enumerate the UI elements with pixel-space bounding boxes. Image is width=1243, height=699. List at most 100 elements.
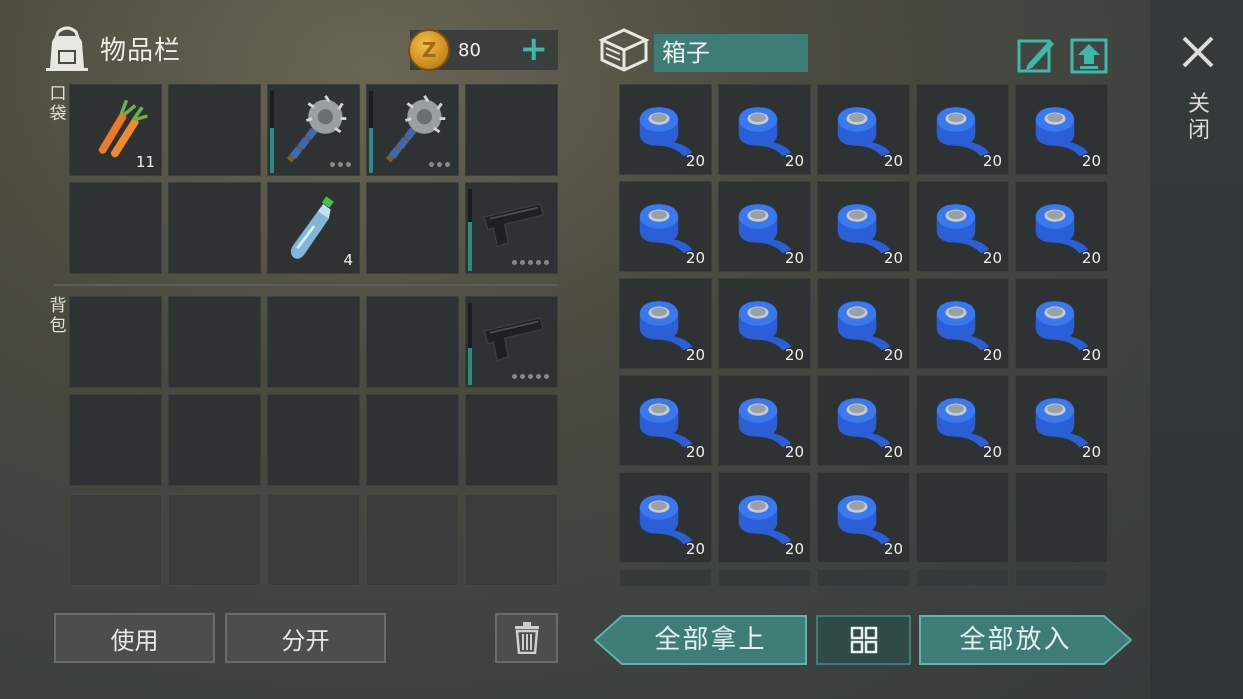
box-slot[interactable]: 20 — [817, 181, 910, 272]
backpack-slot[interactable] — [267, 394, 360, 486]
box-slot[interactable]: 20 — [1015, 84, 1108, 175]
item-quantity: 20 — [982, 443, 1002, 461]
sort-button[interactable] — [816, 615, 911, 665]
box-slot[interactable]: 20 — [718, 278, 811, 369]
box-slot-partial — [1015, 569, 1108, 587]
box-slot-partial — [718, 569, 811, 587]
item-quantity: 20 — [685, 249, 705, 267]
item-quantity: 20 — [883, 540, 903, 558]
attachment-dots — [330, 162, 351, 167]
box-slot[interactable]: 20 — [817, 84, 910, 175]
durability-bar — [270, 91, 274, 173]
item-quantity: 20 — [1081, 152, 1101, 170]
grid-sort-icon — [850, 626, 877, 654]
backpack-slot[interactable] — [69, 296, 162, 388]
box-name-field[interactable]: 箱子 — [654, 34, 808, 72]
pocket-slot[interactable]: 4 — [267, 182, 360, 274]
backpack-slot[interactable] — [465, 394, 558, 486]
use-button[interactable]: 使用 — [54, 613, 215, 663]
backpack-slot[interactable] — [366, 296, 459, 388]
backpack-slot[interactable] — [168, 296, 261, 388]
box-slot[interactable]: 20 — [718, 181, 811, 272]
box-slot[interactable]: 20 — [1015, 181, 1108, 272]
box-slot[interactable]: 20 — [718, 84, 811, 175]
box-slot[interactable]: 20 — [916, 181, 1009, 272]
box-slot[interactable]: 20 — [916, 375, 1009, 466]
pocket-slot[interactable] — [465, 84, 558, 176]
box-slot[interactable]: 20 — [619, 375, 712, 466]
pocket-slot[interactable]: 11 — [69, 84, 162, 176]
backpack-label: 背包 — [48, 296, 68, 336]
item-quantity: 20 — [784, 249, 804, 267]
box-slot[interactable]: 20 — [718, 375, 811, 466]
pocket-slot[interactable] — [366, 84, 459, 176]
pocket-slot[interactable] — [168, 84, 261, 176]
backpack-slot[interactable] — [366, 394, 459, 486]
pocket-slot[interactable] — [267, 84, 360, 176]
item-quantity: 20 — [685, 152, 705, 170]
pocket-slot[interactable] — [366, 182, 459, 274]
backpack-slot[interactable] — [168, 394, 261, 486]
backpack-label-text: 背包 — [49, 296, 67, 336]
pocket-slot[interactable] — [69, 182, 162, 274]
box-slot[interactable]: 20 — [619, 84, 712, 175]
item-quantity: 20 — [982, 152, 1002, 170]
take-all-label: 全部拿上 — [654, 625, 767, 655]
item-quantity: 20 — [784, 540, 804, 558]
item-quantity: 20 — [883, 443, 903, 461]
box-grid-next-row — [619, 569, 1108, 587]
locked-slot — [69, 494, 162, 586]
backpack-slot[interactable] — [465, 296, 558, 388]
box-slot[interactable]: 20 — [817, 278, 910, 369]
backpack-grid — [69, 296, 558, 486]
box-slot[interactable]: 20 — [1015, 278, 1108, 369]
box-slot[interactable] — [1015, 472, 1108, 563]
inventory-title: 物品栏 — [100, 35, 182, 66]
trash-button[interactable] — [495, 613, 558, 663]
split-button[interactable]: 分开 — [225, 613, 386, 663]
edit-icon[interactable] — [1016, 36, 1056, 74]
attachment-dots — [512, 260, 549, 265]
item-quantity: 11 — [135, 153, 155, 171]
close-label[interactable]: 关闭 — [1187, 92, 1211, 144]
box-slot[interactable]: 20 — [619, 278, 712, 369]
upload-icon[interactable] — [1069, 36, 1109, 74]
box-slot[interactable] — [916, 472, 1009, 563]
put-all-label: 全部放入 — [959, 625, 1072, 655]
box-slot[interactable]: 20 — [718, 472, 811, 563]
item-quantity: 20 — [1081, 346, 1101, 364]
item-quantity: 4 — [343, 251, 353, 269]
box-slot[interactable]: 20 — [916, 84, 1009, 175]
box-slot[interactable]: 20 — [619, 472, 712, 563]
box-grid: 20 20 20 20 20 20 20 20 20 20 20 20 20 20 20 20 20 20 20 20… — [619, 84, 1108, 563]
pocket-slot[interactable] — [465, 182, 558, 274]
box-slot-partial — [916, 569, 1009, 587]
section-divider — [54, 284, 559, 286]
take-all-button[interactable]: 全部拿上 — [593, 615, 807, 665]
durability-bar — [468, 303, 472, 385]
item-quantity: 20 — [784, 346, 804, 364]
locked-slot — [168, 494, 261, 586]
locked-slot — [267, 494, 360, 586]
item-quantity: 20 — [1081, 249, 1101, 267]
backpack-slot[interactable] — [267, 296, 360, 388]
put-all-button[interactable]: 全部放入 — [919, 615, 1133, 665]
pocket-slot[interactable] — [168, 182, 261, 274]
box-icon — [598, 28, 650, 72]
locked-slot — [366, 494, 459, 586]
backpack-icon — [46, 26, 88, 71]
box-slot[interactable]: 20 — [1015, 375, 1108, 466]
item-quantity: 20 — [883, 249, 903, 267]
pocket-label: 口袋 — [48, 84, 68, 124]
add-coins-button[interactable]: + — [520, 32, 549, 66]
backpack-slot[interactable] — [69, 394, 162, 486]
durability-bar — [369, 91, 373, 173]
attachment-dots — [429, 162, 450, 167]
close-icon[interactable] — [1180, 34, 1216, 70]
item-quantity: 20 — [685, 540, 705, 558]
box-slot[interactable]: 20 — [817, 375, 910, 466]
box-slot[interactable]: 20 — [916, 278, 1009, 369]
pocket-grid: 11 4 — [69, 84, 558, 274]
box-slot[interactable]: 20 — [619, 181, 712, 272]
box-slot[interactable]: 20 — [817, 472, 910, 563]
